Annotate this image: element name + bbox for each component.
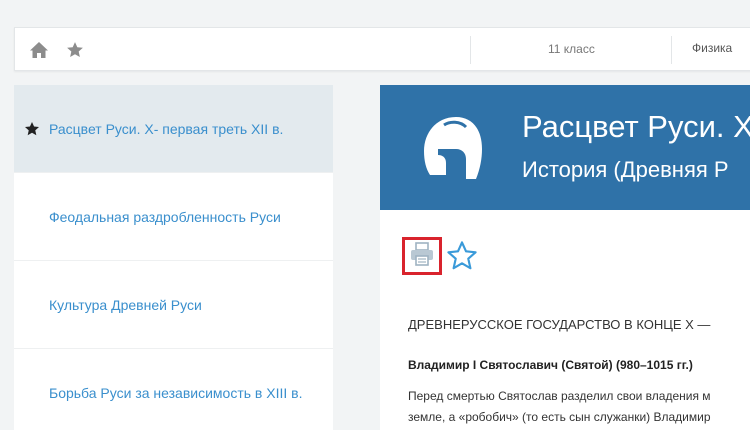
spartan-helmet-icon [416, 113, 488, 190]
star-icon [24, 121, 40, 137]
topbar-divider [470, 36, 471, 64]
topbar-divider [671, 36, 672, 64]
sidebar: Расцвет Руси. X- первая треть XII в. Фео… [14, 85, 333, 430]
sidebar-item-rascvet[interactable]: Расцвет Руси. X- первая треть XII в. [14, 85, 333, 173]
section-heading: ДРЕВНЕРУССКОЕ ГОСУДАРСТВО В КОНЦЕ X — [408, 317, 711, 332]
printer-icon [409, 241, 435, 271]
sidebar-item-razdroblennost[interactable]: Феодальная раздробленность Руси [14, 173, 333, 261]
favorite-button[interactable] [446, 240, 478, 272]
star-icon[interactable] [64, 39, 86, 61]
sidebar-item-label: Расцвет Руси. X- первая треть XII в. [49, 120, 284, 137]
paragraph-line: Перед смертью Святослав разделил свои вл… [408, 389, 711, 403]
paragraph-line: земле, а «робобич» (то есть сын служанки… [408, 410, 711, 424]
section-subheading: Владимир I Святославич (Святой) (980–101… [408, 358, 693, 372]
lesson-panel: Расцвет Руси. X История (Древняя Р ДРЕВН… [380, 85, 750, 430]
sidebar-item-borba[interactable]: Борьба Руси за независимость в XIII в. [14, 349, 333, 430]
home-icon[interactable] [28, 39, 50, 61]
sidebar-item-label: Феодальная раздробленность Руси [49, 208, 281, 225]
subject-label[interactable]: Физика [692, 41, 732, 55]
lesson-banner: Расцвет Руси. X История (Древняя Р [380, 85, 750, 210]
lesson-subtitle: История (Древняя Р [522, 157, 729, 182]
star-outline-icon [447, 241, 477, 270]
lesson-paragraph: Перед смертью Святослав разделил свои вл… [408, 386, 711, 428]
sidebar-item-label: Культура Древней Руси [49, 296, 202, 313]
sidebar-item-kultura[interactable]: Культура Древней Руси [14, 261, 333, 349]
print-button[interactable] [402, 237, 442, 275]
top-bar: 11 класс Физика [14, 27, 750, 71]
sidebar-item-label: Борьба Руси за независимость в XIII в. [49, 384, 303, 401]
lesson-title: Расцвет Руси. X [522, 109, 750, 144]
grade-label[interactable]: 11 класс [548, 42, 595, 56]
